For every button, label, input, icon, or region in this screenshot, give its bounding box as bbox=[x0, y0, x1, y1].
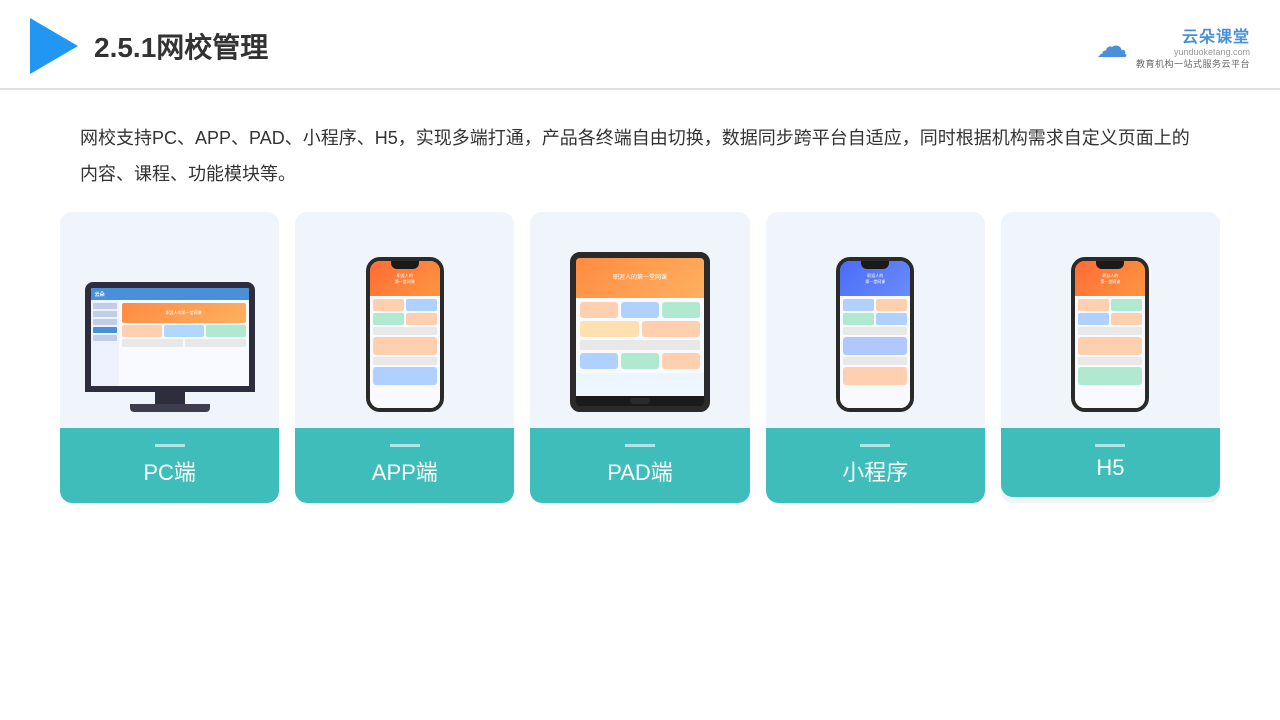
h5-mockup: 职涯人的第一堂网课 bbox=[1017, 232, 1204, 412]
cloud-logo-icon: ☁ bbox=[1096, 27, 1128, 65]
brand-logo: 云朵课堂 yunduoketang.com 教育机构一站式服务云平台 bbox=[1136, 23, 1250, 70]
logo-triangle-icon bbox=[30, 18, 78, 74]
device-card-pad: 职涯人的第一堂网课 bbox=[530, 212, 749, 503]
pc-mockup: 云朵 职涯人的第一 bbox=[76, 232, 263, 412]
brand-name: 云朵课堂 bbox=[1182, 23, 1250, 47]
pc-label: PC端 bbox=[60, 428, 279, 503]
miniprogram-mockup: 职涯人的第一堂网课 bbox=[782, 232, 969, 412]
device-card-pc: 云朵 职涯人的第一 bbox=[60, 212, 279, 503]
header-left: 2.5.1网校管理 bbox=[30, 18, 268, 74]
pad-mockup: 职涯人的第一堂网课 bbox=[546, 232, 733, 412]
pc-monitor: 云朵 职涯人的第一 bbox=[85, 282, 255, 392]
page-title: 2.5.1网校管理 bbox=[94, 26, 268, 66]
device-card-h5: 职涯人的第一堂网课 bbox=[1001, 212, 1220, 503]
description-text: 网校支持PC、APP、PAD、小程序、H5，实现多端打通，产品各终端自由切换，数… bbox=[80, 120, 1200, 192]
page-header: 2.5.1网校管理 ☁ 云朵课堂 yunduoketang.com 教育机构一站… bbox=[0, 0, 1280, 90]
pad-label: PAD端 bbox=[530, 428, 749, 503]
header-right: ☁ 云朵课堂 yunduoketang.com 教育机构一站式服务云平台 bbox=[1096, 23, 1250, 70]
h5-label: H5 bbox=[1001, 428, 1220, 497]
brand-url: yunduoketang.com bbox=[1174, 47, 1250, 57]
device-card-app: 职涯人的第一堂网课 bbox=[295, 212, 514, 503]
brand-tagline: 教育机构一站式服务云平台 bbox=[1136, 57, 1250, 70]
app-mockup: 职涯人的第一堂网课 bbox=[311, 232, 498, 412]
device-card-miniprogram: 职涯人的第一堂网课 bbox=[766, 212, 985, 503]
app-label: APP端 bbox=[295, 428, 514, 503]
miniprogram-label: 小程序 bbox=[766, 428, 985, 503]
device-cards-container: 云朵 职涯人的第一 bbox=[60, 212, 1220, 503]
